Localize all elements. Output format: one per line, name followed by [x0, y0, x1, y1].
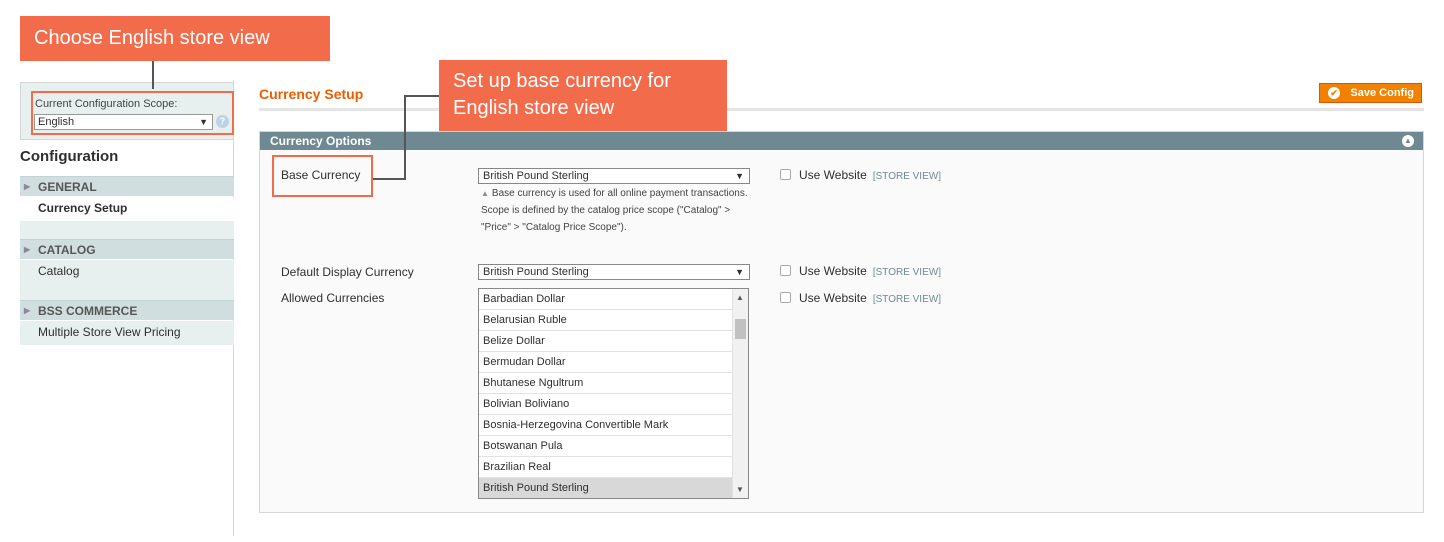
sidebar-item-label: Catalog: [38, 264, 80, 278]
annotation-callout-scope: Choose English store view: [20, 16, 330, 61]
scroll-down-icon[interactable]: ▼: [736, 485, 744, 494]
list-item[interactable]: Bermudan Dollar: [479, 352, 733, 373]
scope-select-value: English: [38, 116, 75, 128]
scope-tag: [STORE VIEW]: [872, 267, 941, 278]
save-config-button[interactable]: ✔ Save Config: [1319, 83, 1422, 103]
scope-tag: [STORE VIEW]: [872, 294, 941, 305]
scope-label: Current Configuration Scope:: [35, 98, 178, 110]
annotation-callout-base-line2: English store view: [453, 97, 615, 119]
chevron-down-icon: ▼: [735, 171, 744, 181]
annotation-leader-line: [404, 95, 406, 179]
chevron-down-icon: ▼: [199, 117, 208, 127]
base-currency-select[interactable]: British Pound Sterling ▼: [478, 168, 750, 184]
list-item[interactable]: Bhutanese Ngultrum: [479, 373, 733, 394]
sidebar: Current Configuration Scope: English ▼ ?…: [18, 80, 234, 536]
scope-select[interactable]: English ▼: [34, 114, 213, 130]
base-currency-value: British Pound Sterling: [483, 170, 589, 182]
title-divider: [259, 108, 1424, 111]
chevron-down-icon: ▼: [735, 267, 744, 277]
list-item-selected[interactable]: British Pound Sterling: [479, 478, 733, 498]
sidebar-section-label: BSS COMMERCE: [38, 304, 138, 318]
scope-tag: [STORE VIEW]: [872, 171, 941, 182]
sidebar-section-catalog[interactable]: ▶ CATALOG: [20, 239, 234, 259]
scope-switcher: Current Configuration Scope: English ▼ ?: [20, 82, 234, 140]
use-website-label: Use Website: [799, 291, 867, 305]
configuration-title: Configuration: [20, 148, 119, 165]
base-currency-use-website[interactable]: Use Website [STORE VIEW]: [780, 168, 941, 182]
sidebar-section-bss-commerce[interactable]: ▶ BSS COMMERCE: [20, 300, 234, 320]
scrollbar[interactable]: ▲ ▼: [732, 289, 748, 498]
sidebar-item-label: Multiple Store View Pricing: [38, 325, 181, 339]
annotation-leader-line: [373, 178, 406, 180]
sidebar-section-general[interactable]: ▶ GENERAL: [20, 176, 234, 196]
use-website-checkbox[interactable]: [780, 169, 791, 180]
base-currency-note: ▲ Base currency is used for all online pa…: [481, 185, 751, 236]
use-website-label: Use Website: [799, 168, 867, 182]
save-config-label: Save Config: [1350, 87, 1414, 99]
default-display-currency-select[interactable]: British Pound Sterling ▼: [478, 264, 750, 280]
sidebar-item-currency-setup[interactable]: Currency Setup: [20, 197, 234, 221]
help-icon[interactable]: ?: [216, 115, 229, 128]
list-item[interactable]: Bosnia-Herzegovina Convertible Mark: [479, 415, 733, 436]
expand-arrow-icon: ▶: [24, 245, 31, 254]
list-item[interactable]: Barbadian Dollar: [479, 289, 733, 310]
sidebar-item-catalog[interactable]: Catalog: [20, 260, 234, 300]
annotation-callout-base-line1: Set up base currency for: [453, 70, 671, 92]
list-item[interactable]: Botswanan Pula: [479, 436, 733, 457]
check-icon: ✔: [1328, 87, 1340, 99]
sidebar-item-label: Currency Setup: [38, 201, 128, 215]
sidebar-spacer: [20, 221, 234, 239]
page-title: Currency Setup: [259, 86, 364, 102]
annotation-callout-base-currency: Set up base currency for English store v…: [439, 60, 727, 131]
allowed-currencies-label: Allowed Currencies: [281, 291, 385, 305]
default-display-currency-value: British Pound Sterling: [483, 266, 589, 278]
default-display-currency-label: Default Display Currency: [281, 265, 414, 279]
annotation-leader-line: [152, 61, 154, 89]
use-website-checkbox[interactable]: [780, 292, 791, 303]
annotation-leader-line: [405, 95, 439, 97]
fieldset-title: Currency Options: [270, 134, 372, 148]
allowed-currencies-multiselect[interactable]: Barbadian Dollar Belarusian Ruble Belize…: [478, 288, 749, 499]
default-display-use-website[interactable]: Use Website [STORE VIEW]: [780, 264, 941, 278]
base-currency-label: Base Currency: [281, 168, 361, 182]
annotation-callout-scope-text: Choose English store view: [34, 27, 270, 49]
note-arrow-icon: ▲: [481, 189, 489, 198]
list-item[interactable]: Brazilian Real: [479, 457, 733, 478]
expand-arrow-icon: ▶: [24, 182, 31, 191]
scroll-up-icon[interactable]: ▲: [736, 293, 744, 302]
use-website-label: Use Website: [799, 264, 867, 278]
scrollbar-thumb[interactable]: [735, 319, 746, 339]
list-item[interactable]: Belarusian Ruble: [479, 310, 733, 331]
fieldset-header[interactable]: Currency Options ▲: [260, 132, 1423, 150]
sidebar-item-multiple-store-view-pricing[interactable]: Multiple Store View Pricing: [20, 321, 234, 345]
list-item[interactable]: Bolivian Boliviano: [479, 394, 733, 415]
allowed-currencies-use-website[interactable]: Use Website [STORE VIEW]: [780, 291, 941, 305]
base-currency-note-text: Base currency is used for all online pay…: [481, 188, 748, 233]
sidebar-section-label: CATALOG: [38, 243, 96, 257]
expand-arrow-icon: ▶: [24, 306, 31, 315]
currency-options-fieldset: Currency Options ▲: [259, 131, 1424, 513]
collapse-icon[interactable]: ▲: [1402, 135, 1414, 147]
use-website-checkbox[interactable]: [780, 265, 791, 276]
sidebar-section-label: GENERAL: [38, 180, 97, 194]
list-item[interactable]: Belize Dollar: [479, 331, 733, 352]
